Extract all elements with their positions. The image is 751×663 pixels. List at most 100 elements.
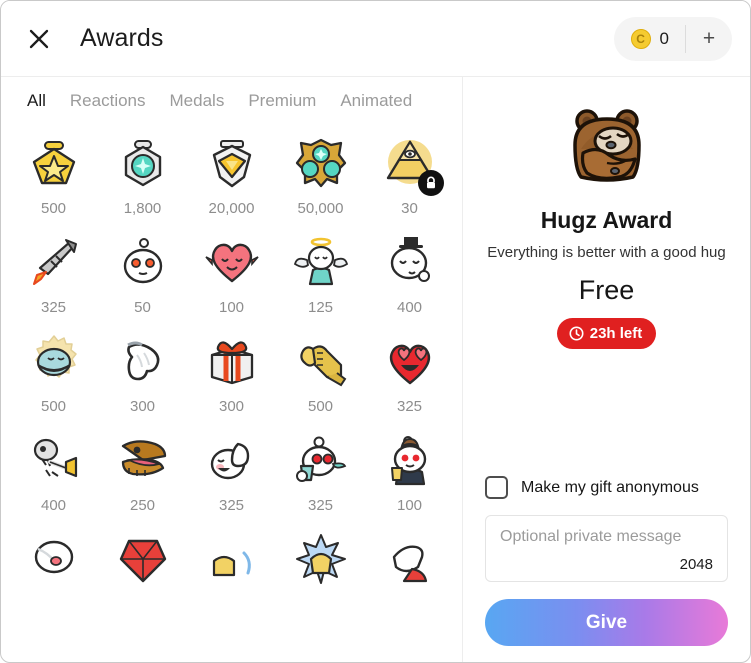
award-item-spit-take-snoo[interactable]: 325: [276, 422, 365, 521]
gold-star-medal-icon: [22, 131, 86, 195]
award-item-blushing-snoo[interactable]: [9, 521, 98, 599]
awards-row: 500 1,800 20,000 50,000 30: [9, 125, 454, 224]
award-price: 125: [307, 299, 334, 316]
silver-gem-badge-icon: [111, 131, 175, 195]
dinosaur-head-icon: [111, 428, 175, 492]
time-left-badge: 23h left: [556, 317, 657, 349]
award-price: 325: [307, 497, 334, 514]
award-item-gift-box[interactable]: 300: [187, 323, 276, 422]
awards-row-partial: [9, 521, 454, 599]
award-item-dinosaur-head[interactable]: 250: [98, 422, 187, 521]
flexing-snoo-icon: [200, 428, 264, 492]
clock-icon: [569, 326, 584, 341]
award-item-angel-snoo[interactable]: 125: [276, 224, 365, 323]
snoo-face-icon: [111, 230, 175, 294]
gift-options: Make my gift anonymous Optional private …: [485, 476, 728, 646]
blushing-snoo-icon: [22, 527, 86, 591]
close-icon: [28, 28, 50, 50]
award-item-gold-fist-swoosh[interactable]: [187, 521, 276, 599]
silver-gold-diamond-medal-icon: [200, 131, 264, 195]
award-item-silver-gold-diamond-medal[interactable]: 20,000: [187, 125, 276, 224]
award-item-tuxedo-toast-snoo[interactable]: 100: [365, 422, 454, 521]
wholesome-heart-icon: [200, 230, 264, 294]
coin-balance-value: 0: [659, 28, 669, 48]
tuxedo-toast-snoo-icon: [378, 428, 442, 492]
award-item-gold-gem-cluster[interactable]: 50,000: [276, 125, 365, 224]
modal-body: All Reactions Medals Premium Animated 50…: [1, 77, 750, 662]
award-price: 325: [40, 299, 67, 316]
tab-animated[interactable]: Animated: [328, 91, 424, 111]
award-price: 30: [401, 200, 418, 217]
award-price: 300: [129, 398, 156, 415]
award-price: 325: [218, 497, 245, 514]
lock-icon: [424, 176, 438, 190]
award-item-seal-of-approval[interactable]: 500: [9, 323, 98, 422]
anonymous-checkbox[interactable]: [485, 476, 508, 499]
coin-balance-button[interactable]: C 0: [614, 17, 685, 61]
award-item-thumbs-up[interactable]: [365, 521, 454, 599]
award-item-sleepy-tophat-snoo[interactable]: 400: [365, 224, 454, 323]
pointing-hand-icon: [111, 329, 175, 393]
award-price: 500: [40, 398, 67, 415]
awards-row: 500 300 300 500 325: [9, 323, 454, 422]
spit-take-snoo-icon: [289, 428, 353, 492]
tab-all[interactable]: All: [15, 91, 58, 111]
category-tabs: All Reactions Medals Premium Animated: [1, 77, 462, 125]
award-price: 50,000: [297, 200, 344, 217]
award-price-value: Free: [578, 274, 635, 305]
ruby-gem-icon: [111, 527, 175, 591]
awards-grid: 500 1,800 20,000 50,000 30 325 50 100 12…: [1, 125, 462, 662]
award-name: Hugz Award: [540, 207, 673, 233]
award-item-clapping-hands[interactable]: [276, 521, 365, 599]
awards-row: 400 250 325 325 100: [9, 422, 454, 521]
tab-medals[interactable]: Medals: [158, 91, 237, 111]
give-button[interactable]: Give: [485, 599, 728, 646]
award-item-heart-eyes[interactable]: 325: [365, 323, 454, 422]
award-item-flexing-snoo[interactable]: 325: [187, 422, 276, 521]
award-price: 100: [218, 299, 245, 316]
add-coins-button[interactable]: +: [686, 17, 732, 61]
anonymous-label: Make my gift anonymous: [521, 478, 699, 496]
anonymous-gift-row[interactable]: Make my gift anonymous: [485, 476, 728, 499]
tab-reactions[interactable]: Reactions: [58, 91, 158, 111]
awards-row: 325 50 100 125 400: [9, 224, 454, 323]
gold-gem-cluster-icon: [289, 131, 353, 195]
sleepy-tophat-snoo-icon: [378, 230, 442, 294]
award-item-gold-star-medal[interactable]: 500: [9, 125, 98, 224]
award-description: Everything is better with a good hug: [487, 243, 726, 261]
award-price: 300: [218, 398, 245, 415]
hugging-bear-icon: [559, 99, 655, 195]
modal-header: Awards C 0 +: [1, 1, 750, 77]
thumbs-up-icon: [378, 527, 442, 591]
award-item-skeleton-trumpet[interactable]: 400: [9, 422, 98, 521]
award-item-ruby-gem[interactable]: [98, 521, 187, 599]
award-price: 20,000: [208, 200, 255, 217]
pyramid-eye-icon: [378, 131, 444, 196]
award-item-wholesome-heart[interactable]: 100: [187, 224, 276, 323]
award-item-pointing-hand[interactable]: 300: [98, 323, 187, 422]
award-detail-pane: Hugz Award Everything is better with a g…: [463, 77, 750, 662]
award-item-pyramid-eye[interactable]: 30: [365, 125, 454, 224]
lock-badge: [417, 170, 444, 196]
page-title: Awards: [80, 24, 164, 52]
award-price: 250: [129, 497, 156, 514]
tab-premium[interactable]: Premium: [236, 91, 328, 111]
private-message-placeholder: Optional private message: [500, 528, 682, 545]
gold-fist-swoosh-icon: [200, 527, 264, 591]
coin-balance-pill: C 0 +: [613, 16, 732, 61]
close-button[interactable]: [23, 23, 55, 55]
award-price: 50: [134, 299, 151, 316]
character-counter: 2048: [679, 556, 713, 573]
heart-eyes-icon: [378, 329, 442, 393]
award-price: 500: [40, 200, 67, 217]
award-item-silver-gem-badge[interactable]: 1,800: [98, 125, 187, 224]
award-item-bro-fist-handshake[interactable]: 500: [276, 323, 365, 422]
bro-fist-handshake-icon: [289, 329, 353, 393]
private-message-input[interactable]: Optional private message 2048: [485, 515, 728, 582]
coin-icon: C: [630, 28, 651, 49]
rocket-icon: [22, 230, 86, 294]
award-item-rocket[interactable]: 325: [9, 224, 98, 323]
award-item-snoo-face[interactable]: 50: [98, 224, 187, 323]
clapping-hands-icon: [289, 527, 353, 591]
gift-box-icon: [200, 329, 264, 393]
